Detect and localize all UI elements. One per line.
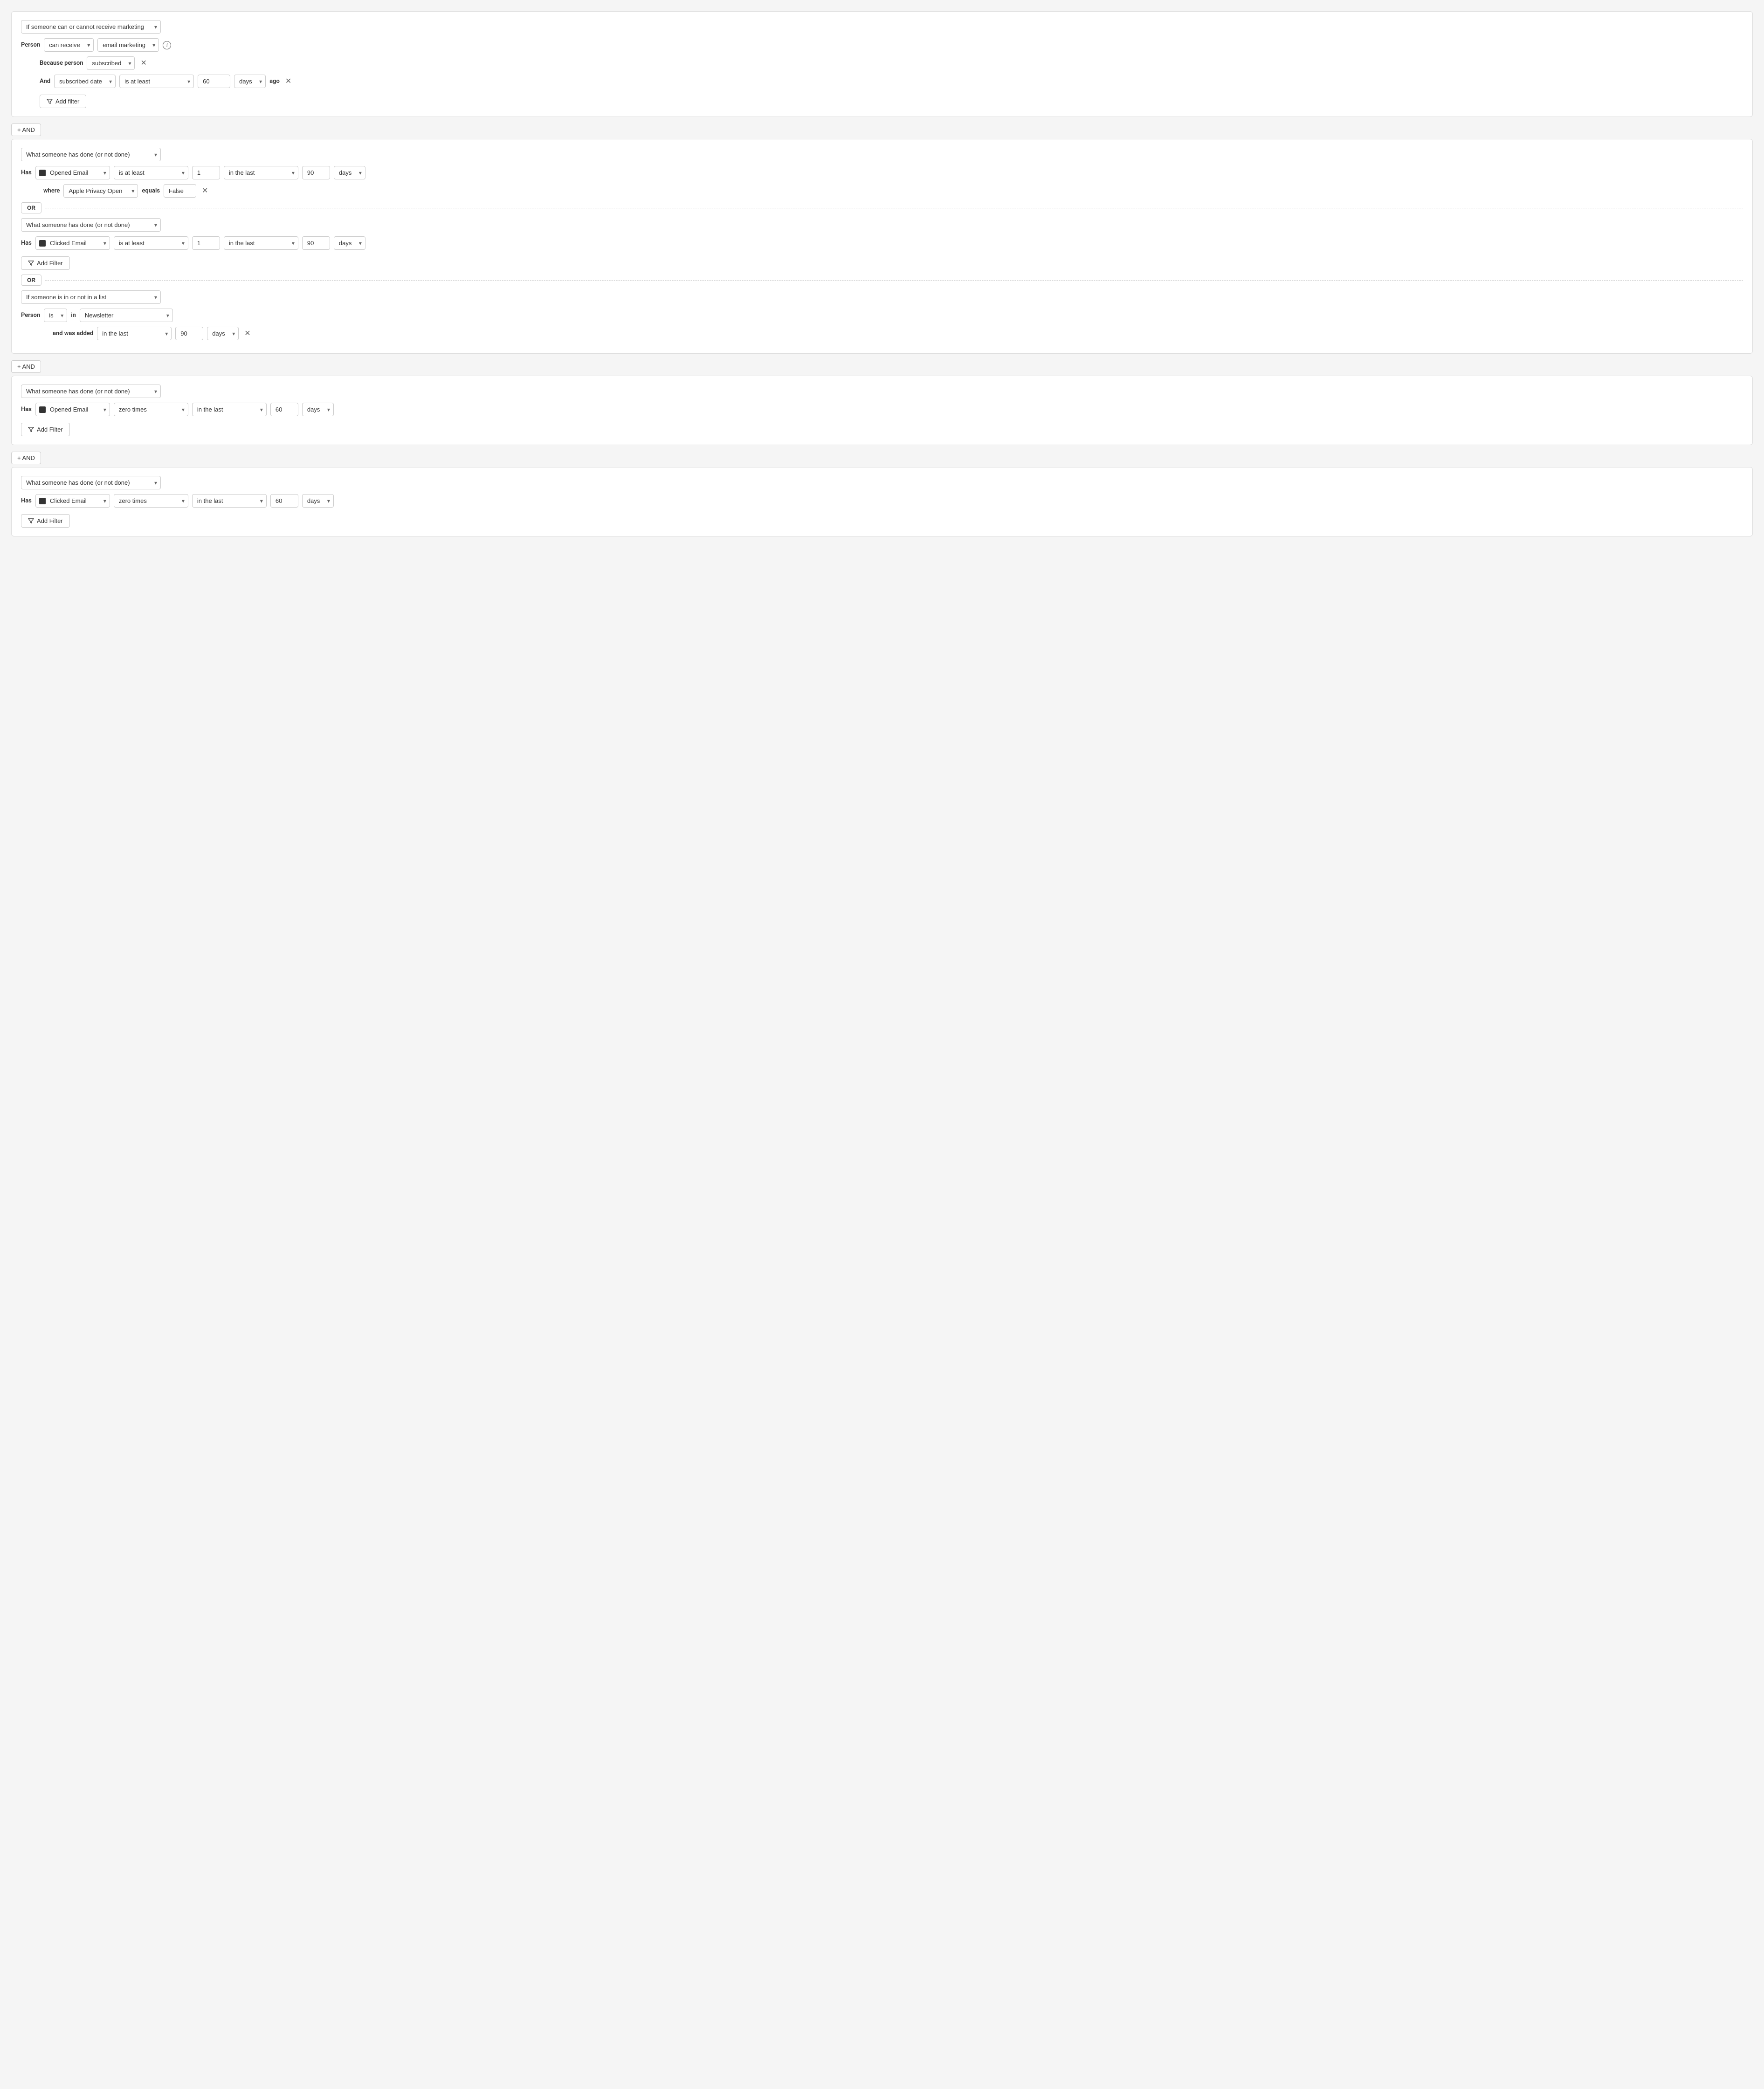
time-unit-select-2b[interactable]: days [334,236,365,250]
time-unit-select-2a[interactable]: days [334,166,365,179]
apple-privacy-select[interactable]: Apple Privacy Open [63,184,138,198]
in-label: in [71,312,76,319]
what-done-select-2b[interactable]: What someone has done (or not done) [21,218,161,232]
person-label: Person [21,41,40,48]
has-label-3: Has [21,406,32,413]
newsletter-select[interactable]: Newsletter [80,309,173,322]
filter-icon [47,98,53,104]
filter-icon-3 [28,426,34,433]
person-label-2c: Person [21,312,40,319]
clicked-email-select[interactable]: Clicked Email [35,236,110,250]
marketing-type-wrapper[interactable]: If someone can or cannot receive marketi… [21,20,161,34]
opened-email-select-3[interactable]: Opened Email [35,403,110,416]
add-filter-button-3[interactable]: Add Filter [21,423,70,436]
add-filter-button-4[interactable]: Add Filter [21,514,70,528]
equals-value-input[interactable] [164,184,196,198]
equals-label: equals [142,187,160,194]
or-divider-2: OR [21,275,1743,286]
and-connector-2: + AND [11,360,41,373]
is-at-least-select-2b[interactable]: is at least [114,236,188,250]
what-done-select-3[interactable]: What someone has done (or not done) [21,385,161,398]
in-the-last-select-2b[interactable]: in the last [224,236,298,250]
and-label: And [40,78,50,85]
because-person-label: Because person [40,60,83,67]
count-input-2a[interactable] [192,166,220,179]
subscribed-select[interactable]: subscribed [87,56,135,70]
and-button-2[interactable]: + AND [11,360,41,373]
info-icon[interactable]: i [163,41,171,49]
time-value-input-2b[interactable] [302,236,330,250]
clicked-email-select-4[interactable]: Clicked Email [35,494,110,508]
add-filter-label-1: Add filter [55,98,79,105]
time-value-input-2a[interactable] [302,166,330,179]
add-filter-button-1[interactable]: Add filter [40,95,86,108]
sub-block-clicked-email: What someone has done (or not done) Has … [21,218,1743,270]
filter-icon-2b [28,260,34,266]
sub-block-list: If someone is in or not in a list Person… [21,290,1743,340]
days-value-input[interactable] [198,75,230,88]
remove-and-button[interactable]: ✕ [283,77,293,86]
in-the-last-select-4[interactable]: in the last [192,494,267,508]
or-button-1[interactable]: OR [21,202,41,213]
subscribed-date-select[interactable]: subscribed date [54,75,116,88]
can-receive-select[interactable]: can receive [44,38,94,52]
time-value-input-2c[interactable] [175,327,203,340]
and-connector-3: + AND [11,452,41,464]
marketing-type-select[interactable]: If someone can or cannot receive marketi… [21,20,161,34]
list-type-select[interactable]: If someone is in or not in a list [21,290,161,304]
and-connector-1: + AND [11,124,41,136]
or-button-2[interactable]: OR [21,275,41,286]
time-unit-select-3[interactable]: days [302,403,334,416]
block-or-group: What someone has done (or not done) Has … [11,139,1753,354]
add-filter-button-2b[interactable]: Add Filter [21,256,70,270]
where-label: where [43,187,60,194]
and-was-added-label: and was added [53,330,93,337]
block-clicked-zero: What someone has done (or not done) Has … [11,467,1753,536]
add-filter-label-3: Add Filter [37,426,63,433]
count-input-2b[interactable] [192,236,220,250]
what-done-select-4[interactable]: What someone has done (or not done) [21,476,161,489]
in-the-last-select-2c[interactable]: in the last [97,327,172,340]
block-opened-zero: What someone has done (or not done) Has … [11,376,1753,445]
and-button-1[interactable]: + AND [11,124,41,136]
ago-label: ago [269,78,280,85]
email-marketing-select[interactable]: email marketing [97,38,159,52]
add-filter-label-2b: Add Filter [37,260,63,267]
time-value-input-3[interactable] [270,403,298,416]
in-the-last-select-2a[interactable]: in the last [224,166,298,179]
has-label-2b: Has [21,240,32,247]
filter-icon-4 [28,518,34,524]
time-value-input-4[interactable] [270,494,298,508]
person-is-select[interactable]: is [44,309,67,322]
remove-list-filter-button[interactable]: ✕ [242,329,252,338]
and-button-3[interactable]: + AND [11,452,41,464]
remove-where-button[interactable]: ✕ [200,186,210,196]
block-marketing: If someone can or cannot receive marketi… [11,11,1753,117]
zero-times-select-4[interactable]: zero times [114,494,188,508]
zero-times-select-3[interactable]: zero times [114,403,188,416]
in-the-last-select-3[interactable]: in the last [192,403,267,416]
or-divider-1: OR [21,202,1743,213]
has-label-2a: Has [21,169,32,176]
what-done-select-2a[interactable]: What someone has done (or not done) [21,148,161,161]
is-at-least-select-2a[interactable]: is at least [114,166,188,179]
time-unit-select-4[interactable]: days [302,494,334,508]
days-unit-select[interactable]: days [234,75,266,88]
opened-email-select[interactable]: Opened Email [35,166,110,179]
time-unit-select-2c[interactable]: days [207,327,239,340]
remove-because-button[interactable]: ✕ [138,59,148,68]
add-filter-label-4: Add Filter [37,517,63,524]
or-line-2 [45,280,1743,281]
is-at-least-select[interactable]: is at least [119,75,194,88]
has-label-4: Has [21,497,32,504]
sub-block-opened-email: What someone has done (or not done) Has … [21,148,1743,198]
